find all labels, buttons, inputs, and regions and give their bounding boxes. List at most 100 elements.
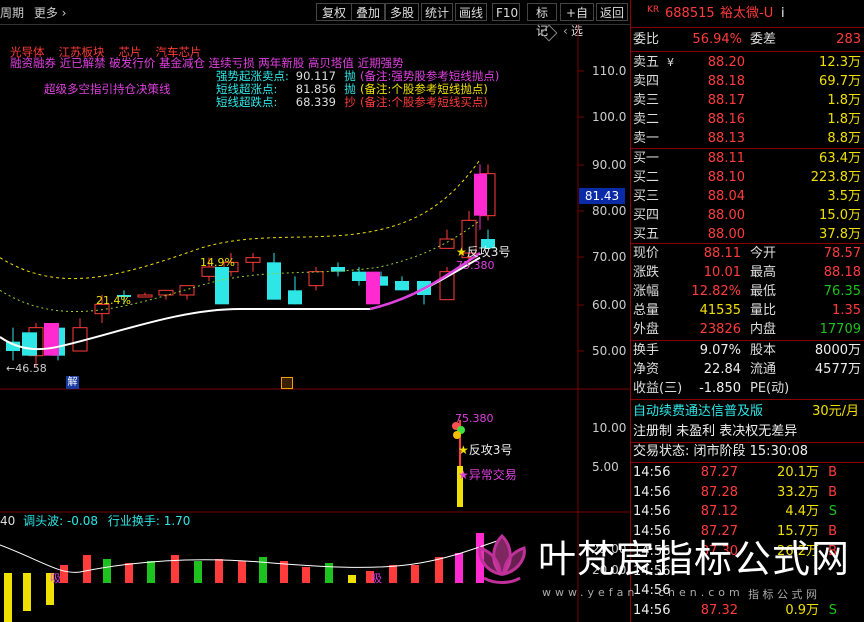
toolbar-button[interactable]: 叠加 [351, 3, 385, 21]
y-axis-tick: 80.00 [592, 204, 627, 218]
y-axis-tick: 90.00 [592, 158, 627, 172]
oscillator-bar [83, 555, 91, 583]
bid-row[interactable]: 买一 88.11 63.4万 [631, 149, 864, 168]
chevron-right-icon: › [57, 6, 67, 20]
xi-label-2: 吸 [371, 572, 382, 585]
ask-row[interactable]: 卖四 88.18 69.7万 [631, 72, 864, 91]
toolbar-button[interactable]: 复权 [316, 3, 352, 21]
abnormal-trade-label: ★异常交易 [458, 468, 517, 482]
notice-row: 注册制 未盈利 表决权无差异 [633, 424, 798, 439]
candle-body [439, 238, 455, 249]
oscillator-bar [302, 567, 310, 583]
oscillator-line [0, 539, 501, 573]
indicator-line: 短线超跌点: 68.339 抄 (备注:个股参考短线买点) [216, 95, 488, 109]
quote-row: 外盘 23826 内盘 17709 [633, 322, 861, 337]
current-price-tag: 81.43 [579, 188, 625, 204]
oscillator-bar [125, 563, 133, 583]
y-axis-tick: 110.0 [592, 64, 627, 78]
osc-title: 40 调头波: -0.08 行业换手: 1.70 [0, 514, 191, 528]
y-axis-tick: 60.00 [592, 298, 627, 312]
chart-toolbar: 周期 更多 › 复权 叠加 多股 统计 画线 F10 标记 +自选 返回 [0, 0, 630, 38]
oscillator-bar [215, 559, 223, 583]
candle-body [288, 290, 302, 305]
y-axis-tick: 70.00 [592, 250, 627, 264]
oscillator-bar [147, 561, 155, 583]
indicator-title: 超级多空指引持仓决策线 [44, 82, 171, 96]
bid-row[interactable]: 买四 88.00 15.0万 [631, 206, 864, 225]
xi-label-1: 吸 [50, 572, 61, 585]
y-axis-tick: 100.0 [592, 110, 627, 124]
candle-body [215, 267, 229, 305]
support-line [0, 256, 481, 351]
candle-body [308, 271, 324, 287]
oscillator-bar [60, 565, 68, 583]
candle-body [44, 323, 59, 356]
star-icon: ★ [456, 245, 467, 259]
candle-body [267, 262, 281, 300]
candle-body [22, 332, 37, 356]
low-price-mark: ←46.58 [6, 362, 47, 375]
bid-row[interactable]: 买三 88.04 3.5万 [631, 187, 864, 206]
toolbar-button[interactable]: 多股 [385, 3, 419, 21]
quote-row: 涨幅 12.82% 最低 76.35 [633, 284, 861, 299]
lotus-logo-icon [478, 533, 526, 584]
mid-line [0, 219, 481, 313]
more-menu[interactable]: 更多 › [34, 6, 67, 20]
fangong-price: 75.380 [456, 259, 495, 272]
ask-row[interactable]: 卖三 88.17 1.8万 [631, 91, 864, 110]
oscillator-bar [103, 559, 111, 583]
star-icon: ★ [458, 468, 469, 482]
candle-body [395, 281, 409, 291]
watermark-title: 叶梵宸指标公式网 [538, 537, 851, 581]
oscillator-bar [411, 565, 419, 583]
y-axis-tick: 50.00 [592, 344, 627, 358]
watermark: 叶梵宸指标公式网 www.yefan chen.com 指 标 公 式 网 [470, 520, 860, 620]
collapse-icon[interactable]: ‹ [563, 24, 568, 38]
oscillator-bar [435, 557, 443, 583]
quote-row: 涨跌 10.01 最高 88.18 [633, 265, 861, 280]
oscillator-bar [325, 563, 333, 583]
oscillator-bar [194, 561, 202, 583]
watermark-subtitle: 指 标 公 式 网 [748, 588, 817, 601]
oscillator-bar [4, 573, 12, 622]
toolbar-button[interactable]: 返回 [596, 3, 628, 21]
candle-body [366, 271, 380, 305]
toolbar-button[interactable]: F10 [492, 3, 520, 21]
toolbar-button[interactable]: 统计 [421, 3, 453, 21]
trade-row: 14:56 87.28 33.2万 B [633, 484, 837, 500]
toolbar-button[interactable]: 画线 [455, 3, 487, 21]
candle-body [245, 257, 261, 263]
pct-label-2: 14.9% [200, 256, 235, 269]
oscillator-bar [23, 573, 31, 611]
stats-row: 净资 22.84 流通 4577万 [633, 362, 861, 377]
watermark-url-right: chen.com [658, 586, 744, 599]
event-box-icon[interactable] [281, 377, 293, 389]
candle-body [352, 271, 366, 281]
market-code: KR [647, 5, 660, 15]
oscillator-bar [259, 557, 267, 583]
candle-body [137, 294, 153, 298]
weibi-row: 委比 56.94% 委差 283 [633, 32, 861, 47]
fangong-label: ★反攻3号 [456, 245, 511, 259]
toolbar-button[interactable]: 标记 [527, 3, 557, 38]
quote-row: 现价 88.11 今开 78.57 [633, 246, 861, 261]
ad-banner[interactable]: 自动续费通达信普及版 30元/月 [631, 402, 864, 421]
ask-row[interactable]: 卖二 88.16 1.8万 [631, 110, 864, 129]
oscillator-bar [455, 553, 463, 583]
stock-name: 裕太微-U [720, 6, 774, 21]
toolbar-button[interactable]: +自选 [560, 3, 594, 38]
bid-row[interactable]: 买五 88.00 37.8万 [631, 225, 864, 244]
period-label[interactable]: 周期 [0, 6, 24, 20]
bid-row[interactable]: 买二 88.10 223.8万 [631, 168, 864, 187]
resistance-line [0, 159, 481, 280]
oscillator-bar [348, 575, 356, 583]
y-axis-tick: 10.00 [592, 421, 627, 435]
oscillator-bar [171, 555, 179, 583]
star-icon: ★ [458, 443, 469, 457]
stats-row: 收益(三) -1.850 PE(动) [633, 381, 790, 396]
ask-row[interactable]: 卖五 ¥88.20 12.3万 [631, 53, 864, 72]
jie-badge[interactable]: 解 [66, 376, 79, 389]
quote-row: 总量 41535 量比 1.35 [633, 303, 861, 318]
ask-row[interactable]: 卖一 88.13 8.8万 [631, 129, 864, 148]
oscillator-bar [389, 565, 397, 583]
